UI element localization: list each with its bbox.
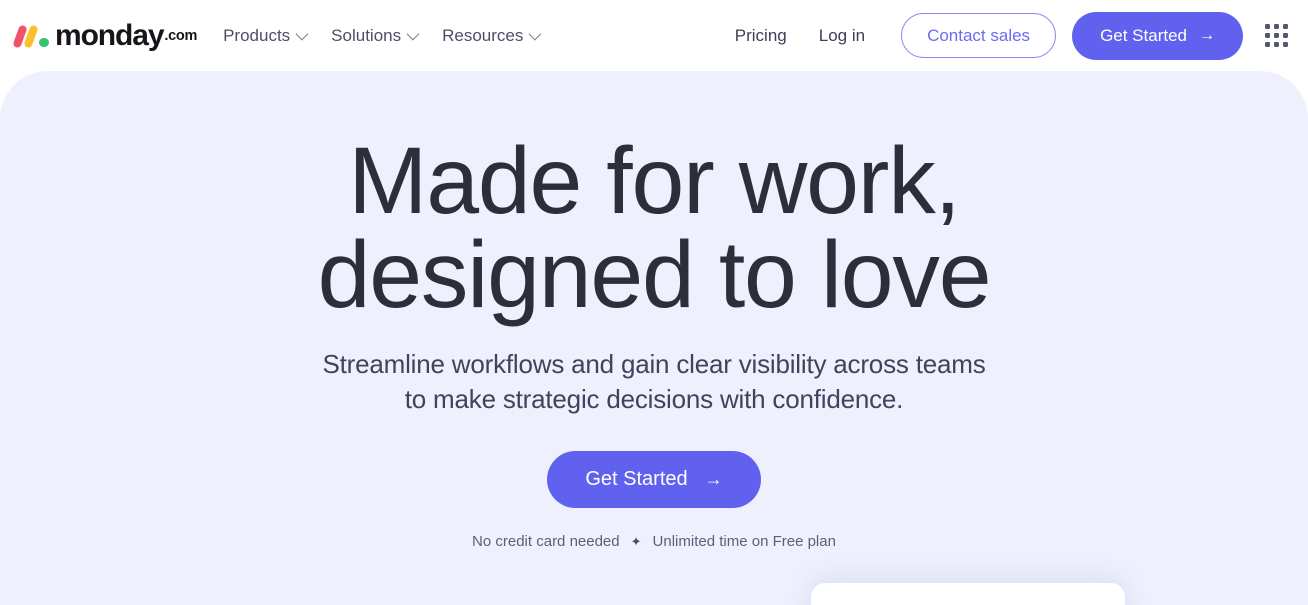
grid-dot	[1274, 42, 1279, 47]
grid-dot	[1274, 24, 1279, 29]
nav-item-resources[interactable]: Resources	[442, 25, 542, 46]
chevron-down-icon	[406, 27, 420, 41]
product-preview-card	[811, 583, 1125, 605]
hero-get-started-label: Get Started	[585, 467, 688, 490]
grid-dot	[1265, 33, 1270, 38]
monday-logo-mark-icon	[12, 23, 50, 49]
arrow-right-icon: →	[704, 469, 723, 490]
hero-subheadline: Streamline workflows and gain clear visi…	[322, 347, 985, 418]
nav-item-solutions[interactable]: Solutions	[331, 25, 420, 46]
arrow-right-icon: →	[1199, 26, 1215, 44]
header-get-started-label: Get Started	[1100, 25, 1187, 45]
disclaimer-free-plan: Unlimited time on Free plan	[652, 532, 836, 550]
header-get-started-button[interactable]: Get Started →	[1072, 11, 1243, 60]
site-header: monday .com Products Solutions Resources…	[0, 0, 1308, 71]
grid-dot	[1283, 24, 1288, 29]
headline-line-1: Made for work,	[348, 128, 961, 234]
logo-dot-green	[39, 37, 49, 47]
contact-sales-button[interactable]: Contact sales	[901, 13, 1057, 58]
log-in-link[interactable]: Log in	[803, 26, 881, 46]
header-actions: Pricing Log in Contact sales Get Started…	[719, 11, 1292, 60]
disclaimer-no-credit-card: No credit card needed	[472, 532, 620, 550]
grid-dot	[1283, 42, 1288, 47]
logo-wordmark: monday	[55, 18, 165, 52]
nav-item-products[interactable]: Products	[223, 25, 309, 46]
grid-dot	[1265, 24, 1270, 29]
hero-section: Made for work, designed to love Streamli…	[0, 71, 1308, 605]
headline-line-2: designed to love	[317, 222, 992, 329]
hero-get-started-button[interactable]: Get Started →	[547, 450, 761, 508]
chevron-down-icon	[295, 27, 309, 41]
pricing-link[interactable]: Pricing	[719, 26, 803, 46]
logo-tld: .com	[164, 27, 198, 44]
chevron-down-icon	[528, 27, 542, 41]
main-nav: Products Solutions Resources	[223, 25, 542, 46]
monday-logo[interactable]: monday .com	[12, 18, 198, 52]
nav-item-label: Resources	[442, 25, 524, 45]
grid-dot	[1265, 42, 1270, 47]
nav-item-label: Solutions	[331, 25, 402, 45]
apps-grid-icon[interactable]	[1265, 24, 1288, 47]
subheadline-line-2: to make strategic decisions with confide…	[404, 384, 904, 415]
subheadline-line-1: Streamline workflows and gain clear visi…	[322, 349, 986, 380]
page-title: Made for work, designed to love	[0, 134, 1308, 329]
nav-item-label: Products	[223, 25, 291, 45]
grid-dot	[1283, 33, 1288, 38]
hero-content: Made for work, designed to love Streamli…	[0, 71, 1308, 605]
sparkle-icon: ✦	[630, 533, 642, 549]
hero-cta-wrap: Get Started →	[547, 450, 761, 508]
grid-dot	[1274, 33, 1279, 38]
page-root: monday .com Products Solutions Resources…	[0, 0, 1308, 605]
hero-disclaimer: No credit card needed ✦ Unlimited time o…	[472, 533, 836, 550]
